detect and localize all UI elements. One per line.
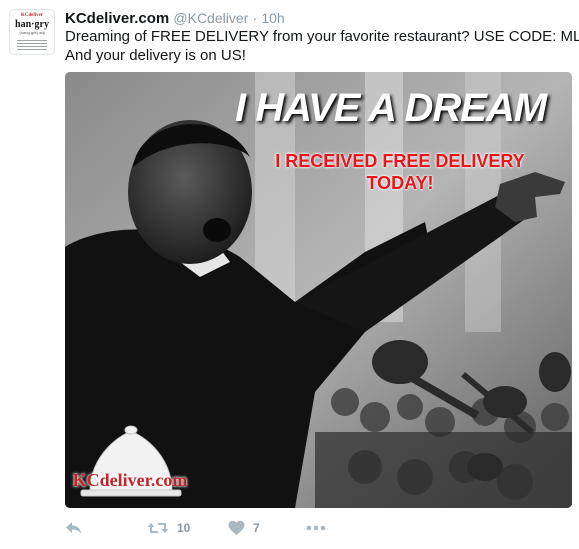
separator: · — [252, 10, 258, 26]
avatar-text-lines — [17, 38, 47, 52]
like-button[interactable]: 7 — [228, 520, 260, 536]
photo-red-caption: I RECEIVED FREE DELIVERY TODAY! — [245, 150, 555, 194]
more-icon — [306, 525, 326, 531]
retweet-icon — [147, 523, 169, 533]
tweet-text-line-1: Dreaming of FREE DELIVERY from your favo… — [65, 28, 579, 45]
display-name[interactable]: KCdeliver.com — [65, 10, 169, 27]
tweet-text: Dreaming of FREE DELIVERY from your favo… — [65, 27, 579, 65]
red-caption-line-2: TODAY! — [366, 173, 434, 193]
heart-icon — [228, 520, 245, 535]
tweet-actions: 10 7 — [65, 520, 365, 540]
retweet-count: 10 — [177, 521, 191, 535]
avatar[interactable]: KCdeliver han·gry (hang-grē) adj — [9, 9, 55, 55]
logo-text: KCdeliver.com — [72, 470, 188, 490]
kcdeliver-logo: KCdeliver.com — [71, 437, 189, 497]
tweet-header: KCdeliver.com @KCdeliver · 10h — [65, 9, 285, 28]
more-button[interactable] — [306, 522, 326, 534]
reply-icon — [66, 522, 82, 534]
timestamp[interactable]: 10h — [261, 10, 284, 26]
tweet-photo[interactable]: I HAVE A DREAM I RECEIVED FREE DELIVERY … — [65, 72, 572, 508]
photo-headline: I HAVE A DREAM — [235, 86, 547, 130]
avatar-word: han·gry — [15, 19, 49, 30]
like-count: 7 — [253, 521, 260, 535]
tweet-text-line-2: And your delivery is on US! — [65, 47, 246, 64]
retweet-button[interactable]: 10 — [147, 520, 190, 536]
red-caption-line-1: I RECEIVED FREE DELIVERY — [275, 151, 525, 171]
reply-button[interactable] — [65, 520, 83, 536]
user-handle[interactable]: @KCdeliver — [173, 10, 248, 26]
avatar-subtitle: (hang-grē) adj — [19, 30, 45, 35]
